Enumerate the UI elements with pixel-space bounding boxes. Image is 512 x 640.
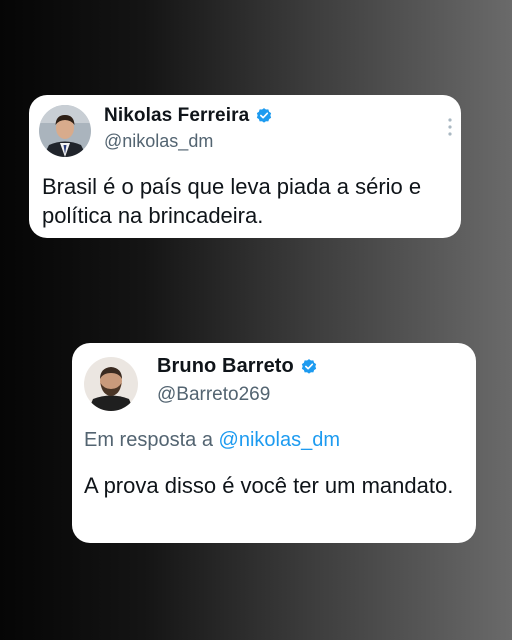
tweet-card-bruno[interactable]: Bruno Barreto @Barreto269 Em resposta a …: [72, 343, 476, 543]
reply-prefix: Em resposta a: [84, 429, 213, 451]
user-avatar-icon: [84, 357, 138, 411]
avatar[interactable]: [39, 105, 91, 157]
reply-mention-link[interactable]: @nikolas_dm: [219, 429, 340, 451]
name-row: Nikolas Ferreira: [104, 105, 273, 127]
tweet-text: A prova disso é você ter um mandato.: [84, 473, 454, 498]
tweet-card-nikolas[interactable]: Nikolas Ferreira @nikolas_dm Brasil é o …: [29, 95, 461, 238]
reply-context: Em resposta a @nikolas_dm: [84, 429, 340, 452]
display-name[interactable]: Nikolas Ferreira: [104, 105, 249, 127]
tweet-text: Brasil é o país que leva piada a sério e…: [42, 174, 422, 228]
handle[interactable]: @Barreto269: [157, 384, 270, 406]
display-name[interactable]: Bruno Barreto: [157, 355, 294, 378]
verified-badge-icon: [255, 107, 273, 125]
user-avatar-icon: [39, 105, 91, 157]
avatar[interactable]: [84, 357, 138, 411]
verified-badge-icon: [300, 358, 318, 376]
name-row: Bruno Barreto: [157, 355, 318, 378]
more-options-icon[interactable]: [447, 117, 453, 137]
handle[interactable]: @nikolas_dm: [104, 131, 213, 152]
